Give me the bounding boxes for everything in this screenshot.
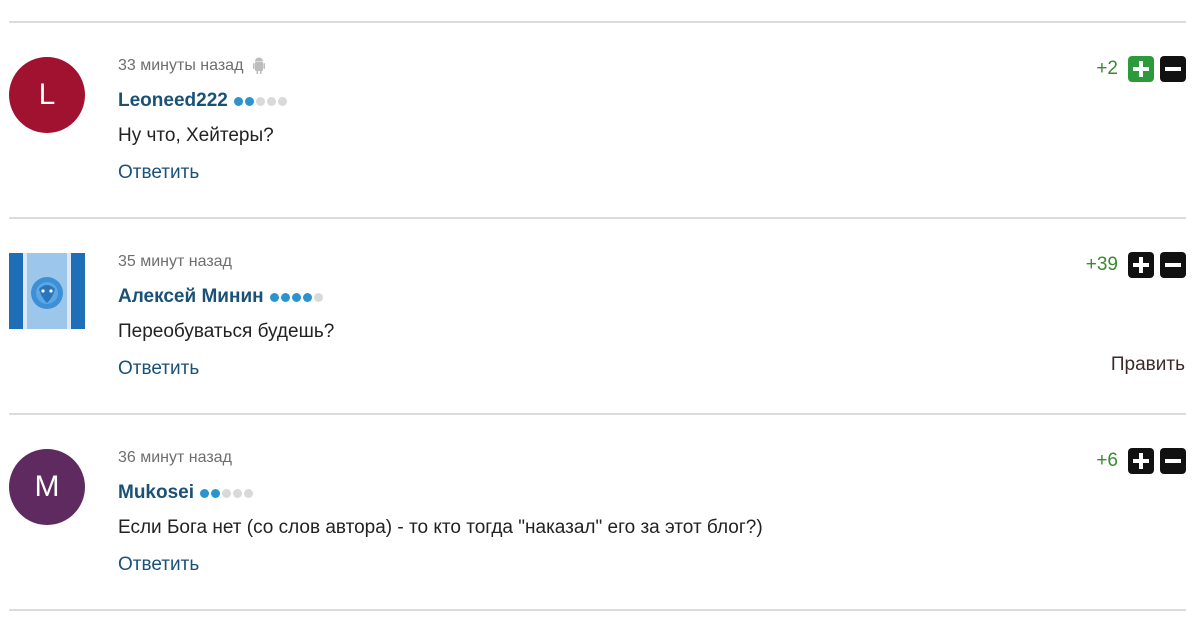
upvote-button[interactable] <box>1128 56 1154 82</box>
rank-dot <box>200 488 210 498</box>
edit-button[interactable]: Править <box>1111 354 1185 376</box>
bottom-divider <box>9 609 1186 611</box>
upvote-button[interactable] <box>1128 252 1154 278</box>
rank-dots <box>200 488 254 498</box>
vote-controls: +6 <box>1096 448 1186 474</box>
upvote-button[interactable] <box>1128 448 1154 474</box>
vote-score: +6 <box>1096 450 1118 471</box>
rank-dot <box>269 292 279 302</box>
rank-dot <box>244 488 254 498</box>
avatar[interactable] <box>9 253 85 329</box>
author-row: Leoneed222 <box>118 90 287 112</box>
reply-button[interactable]: Ответить <box>118 358 199 380</box>
rank-dots <box>233 96 287 106</box>
avatar-letter: M <box>34 470 60 503</box>
comment-time: 36 минут назад <box>118 449 232 467</box>
vote-controls: +39 <box>1086 252 1186 278</box>
comment-time-text: 33 минуты назад <box>118 57 244 74</box>
comment-time-text: 35 минут назад <box>118 253 232 270</box>
rank-dot <box>302 292 312 302</box>
vote-score: +39 <box>1085 254 1118 275</box>
reply-button[interactable]: Ответить <box>118 162 199 184</box>
rank-dot <box>280 292 290 302</box>
vote-controls: +2 <box>1096 56 1186 82</box>
author-name[interactable]: Leoneed222 <box>118 90 228 112</box>
rank-dot <box>266 96 276 106</box>
rank-dots <box>269 292 323 302</box>
comment-item: 35 минут назад Алексей Минин Переобувать… <box>0 218 1200 412</box>
avatar[interactable]: M <box>9 449 85 525</box>
rank-dot <box>233 96 243 106</box>
rank-dot <box>233 488 243 498</box>
reply-button[interactable]: Ответить <box>118 554 199 576</box>
downvote-button[interactable] <box>1160 252 1186 278</box>
downvote-button[interactable] <box>1160 56 1186 82</box>
rank-dot <box>277 96 287 106</box>
author-row: Алексей Минин <box>118 286 323 308</box>
vote-score: +2 <box>1096 58 1118 79</box>
downvote-button[interactable] <box>1160 448 1186 474</box>
android-icon <box>253 57 266 75</box>
comment-time: 35 минут назад <box>118 253 232 271</box>
comment-item: M 36 минут назад Mukosei Если Бога нет (… <box>0 414 1200 608</box>
avatar[interactable]: L <box>9 57 85 133</box>
lion-logo-icon <box>9 253 85 329</box>
avatar-letter: L <box>38 78 56 111</box>
rank-dot <box>255 96 265 106</box>
author-name[interactable]: Mukosei <box>118 482 194 504</box>
rank-dot <box>244 96 254 106</box>
author-row: Mukosei <box>118 482 254 504</box>
rank-dot <box>211 488 221 498</box>
comment-text: Если Бога нет (со слов автора) - то кто … <box>118 517 763 538</box>
comment-time-text: 36 минут назад <box>118 449 232 466</box>
comment-text: Ну что, Хейтеры? <box>118 125 274 146</box>
comment-text: Переобуваться будешь? <box>118 321 335 342</box>
author-name[interactable]: Алексей Минин <box>118 286 264 308</box>
comment-time: 33 минуты назад <box>118 57 266 75</box>
comment-item: L 33 минуты назад Leoneed222 Ну что, Хей… <box>0 22 1200 216</box>
rank-dot <box>222 488 232 498</box>
rank-dot <box>313 292 323 302</box>
rank-dot <box>291 292 301 302</box>
